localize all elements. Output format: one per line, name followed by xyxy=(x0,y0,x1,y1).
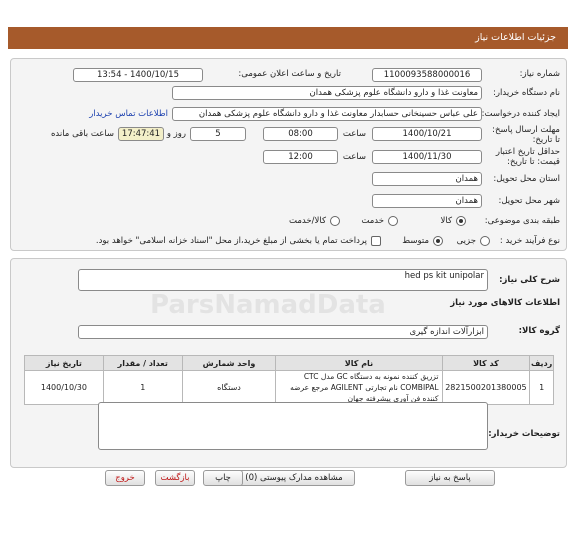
remaining-label: ساعت باقی مانده xyxy=(50,129,114,139)
need-number-field: 1100093588000016 xyxy=(372,68,482,82)
province-label: استان محل تحویل: xyxy=(493,174,560,184)
category-radio-goods-service[interactable] xyxy=(330,216,340,226)
col-date: تاریخ نیاز xyxy=(24,355,104,371)
announce-date-field: 1400/10/15 - 13:54 xyxy=(73,68,203,82)
print-button[interactable]: چاپ xyxy=(203,470,243,486)
treasury-payment-checkbox[interactable] xyxy=(371,236,381,246)
deadline-time-field: 08:00 xyxy=(263,127,338,141)
city-field: همدان xyxy=(372,194,482,208)
row-code: 2821500201380005 xyxy=(441,370,531,405)
treasury-payment-note: پرداخت تمام یا بخشی از مبلغ خرید،از محل … xyxy=(95,236,367,246)
deadline-label: مهلت ارسال پاسخ: تا تاریخ: xyxy=(492,125,560,145)
col-unit: واحد شمارش xyxy=(181,355,277,371)
province-field: همدان xyxy=(372,172,482,186)
goods-table: ردیف کد کالا نام کالا واحد شمارش تعداد /… xyxy=(24,355,554,405)
general-desc-label: شرح کلی نیاز: xyxy=(499,275,560,285)
row-name: تزریق کننده نمونه به دستگاه GC مدل CTC C… xyxy=(275,370,443,405)
process-radio-minor[interactable] xyxy=(480,236,490,246)
goods-info-title: اطلاعات کالاهای مورد نیاز xyxy=(450,298,560,308)
category-radio-service[interactable] xyxy=(388,216,398,226)
buyer-field: معاونت غذا و دارو دانشگاه علوم پزشکی همد… xyxy=(172,86,482,100)
remaining-time-field: 17:47:41 xyxy=(118,127,164,141)
back-button[interactable]: بازگشت xyxy=(155,470,195,486)
page-title-bar: جزئیات اطلاعات نیاز xyxy=(8,27,568,49)
days-remaining-field: 5 xyxy=(190,127,246,141)
need-info-panel: شماره نیاز: 1100093588000016 تاریخ و ساع… xyxy=(10,58,567,251)
general-desc-field: hed ps kit unipolar xyxy=(78,269,488,291)
process-option-medium: متوسط xyxy=(402,236,429,246)
validity-time-label: ساعت xyxy=(342,152,366,162)
row-qty: 1 xyxy=(102,370,183,405)
category-option-goods: کالا xyxy=(440,216,452,226)
goods-group-label: گروه کالا: xyxy=(518,326,560,336)
process-radio-medium[interactable] xyxy=(433,236,443,246)
validity-time-field: 12:00 xyxy=(263,150,338,164)
goods-table-header: ردیف کد کالا نام کالا واحد شمارش تعداد /… xyxy=(24,355,554,371)
requester-label: ایجاد کننده درخواست: xyxy=(481,109,560,119)
col-name: نام کالا xyxy=(275,355,443,371)
row-index: 1 xyxy=(529,370,554,405)
exit-button[interactable]: خروج xyxy=(105,470,145,486)
validity-label: حداقل تاریخ اعتبار قیمت: تا تاریخ: xyxy=(495,147,560,167)
watermark-logo: ParsNamadData xyxy=(150,290,386,320)
category-option-service: خدمت xyxy=(361,216,384,226)
announce-date-label: تاریخ و ساعت اعلان عمومی: xyxy=(238,69,341,79)
category-radio-goods[interactable] xyxy=(456,216,466,226)
deadline-date-field: 1400/10/21 xyxy=(372,127,482,141)
row-unit: دستگاه xyxy=(181,370,277,405)
buyer-notes-label: توضیحات خریدار: xyxy=(488,429,560,439)
city-label: شهر محل تحویل: xyxy=(498,196,560,206)
col-row: ردیف xyxy=(529,355,554,371)
buyer-notes-field xyxy=(98,402,488,450)
col-qty: تعداد / مقدار xyxy=(102,355,183,371)
need-number-label: شماره نیاز: xyxy=(519,69,560,79)
table-row: 1 2821500201380005 تزریق کننده نمونه به … xyxy=(24,370,554,405)
deadline-time-label: ساعت xyxy=(342,129,366,139)
buyer-contact-link[interactable]: اطلاعات تماس خریدار xyxy=(89,109,168,119)
col-code: کد کالا xyxy=(441,355,531,371)
attachments-button[interactable]: مشاهده مدارک پیوستی (0) xyxy=(233,470,355,486)
need-details-page: جزئیات اطلاعات نیاز شماره نیاز: 11000935… xyxy=(0,0,576,557)
row-date: 1400/10/30 xyxy=(24,370,104,405)
buyer-label: نام دستگاه خریدار: xyxy=(493,88,560,98)
reply-button[interactable]: پاسخ به نیاز xyxy=(405,470,495,486)
requester-field: علی عباس حسینخانی حسابدار معاونت غذا و د… xyxy=(172,107,482,121)
process-option-minor: جزیی xyxy=(456,236,476,246)
goods-group-field: ابزارآلات اندازه گیری xyxy=(78,325,488,339)
page-title: جزئیات اطلاعات نیاز xyxy=(475,32,556,43)
process-label: نوع فرآیند خرید : xyxy=(499,236,560,246)
category-option-goods-service: کالا/خدمت xyxy=(289,216,326,226)
category-label: طبقه بندی موضوعی: xyxy=(484,216,560,226)
days-label: روز و xyxy=(166,129,186,139)
validity-date-field: 1400/11/30 xyxy=(372,150,482,164)
